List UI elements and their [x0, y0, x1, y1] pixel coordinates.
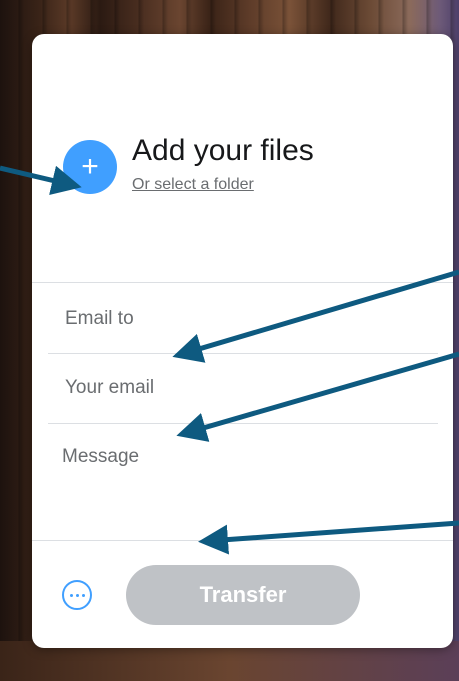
add-files-button[interactable]: +	[63, 140, 117, 194]
more-options-icon	[69, 593, 85, 597]
divider	[32, 282, 453, 283]
more-options-button[interactable]	[62, 580, 92, 610]
email-to-placeholder: Email to	[65, 308, 134, 329]
transfer-button[interactable]: Transfer	[126, 565, 360, 625]
select-folder-link[interactable]: Or select a folder	[132, 176, 254, 194]
email-to-field[interactable]: Email to	[48, 284, 438, 354]
message-field[interactable]: Message	[62, 446, 139, 468]
divider	[32, 540, 453, 541]
your-email-field[interactable]: Your email	[48, 354, 438, 424]
add-files-title[interactable]: Add your files	[132, 134, 314, 168]
message-placeholder: Message	[62, 446, 140, 467]
transfer-panel: + Add your files Or select a folder Emai…	[32, 34, 453, 648]
plus-icon: +	[81, 150, 99, 183]
your-email-placeholder: Your email	[65, 377, 155, 398]
